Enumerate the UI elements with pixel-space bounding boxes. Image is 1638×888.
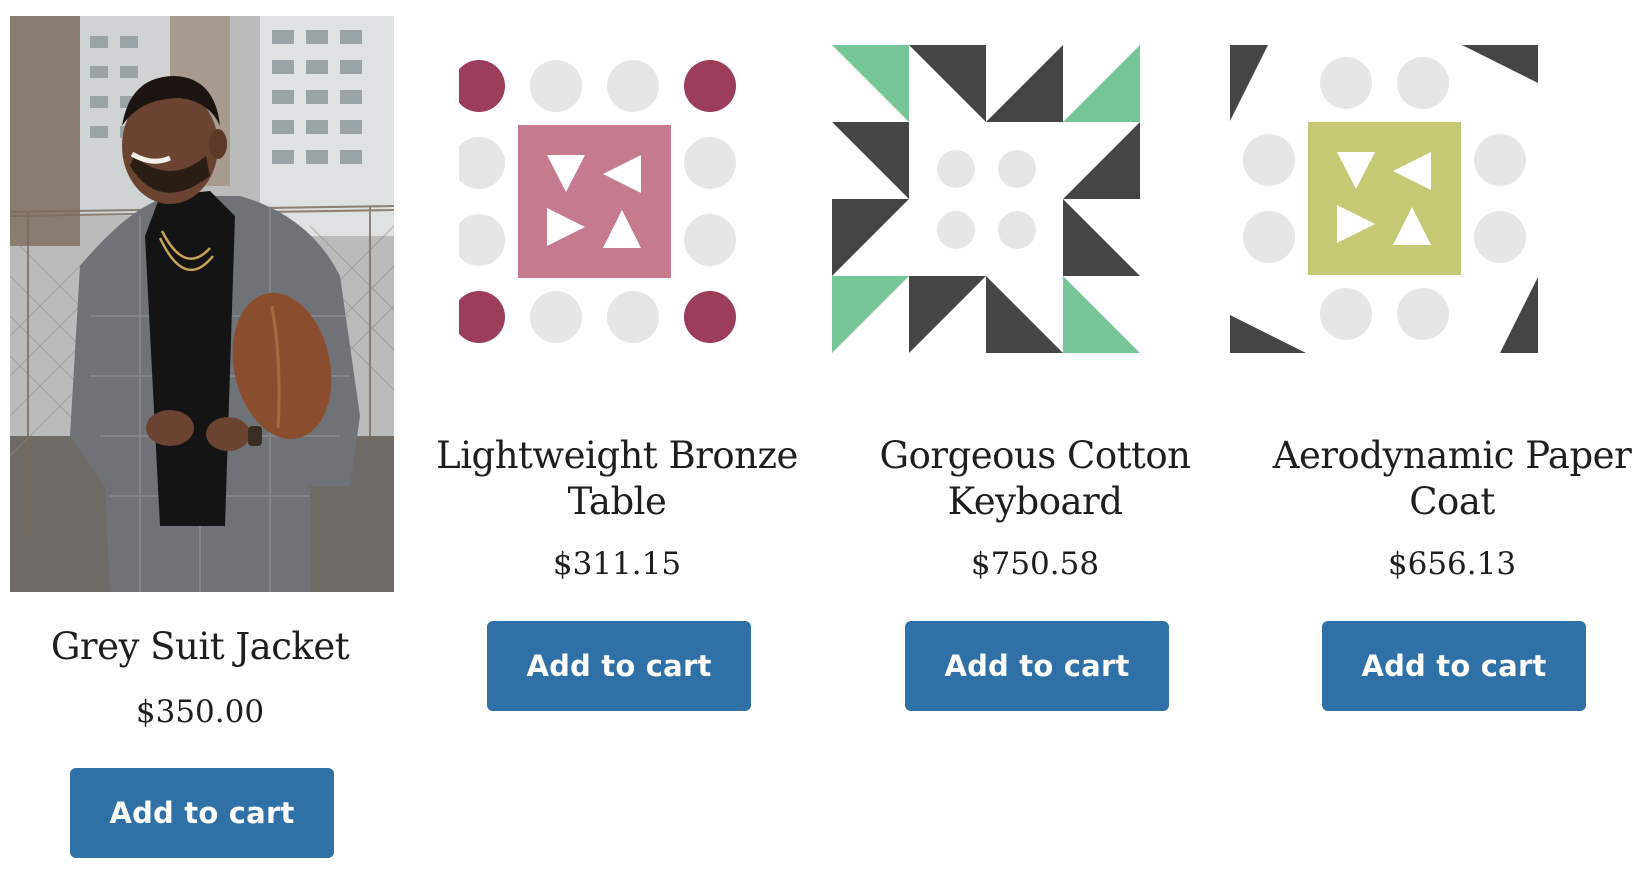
add-to-cart-button[interactable]: Add to cart: [1322, 621, 1586, 711]
product-image-pattern[interactable]: [1230, 45, 1552, 367]
product-image-grey-suit-jacket[interactable]: [10, 16, 394, 592]
product-price: $311.15: [552, 546, 682, 582]
add-to-cart-button[interactable]: Add to cart: [905, 621, 1169, 711]
product-title[interactable]: Lightweight Bronze Table: [427, 433, 807, 525]
product-title[interactable]: Aerodynamic Paper Coat: [1262, 433, 1638, 525]
product-title[interactable]: Grey Suit Jacket: [10, 624, 390, 670]
product-card: Gorgeous Cotton Keyboard $750.58 Add to …: [832, 0, 1225, 888]
product-card: Aerodynamic Paper Coat $656.13 Add to ca…: [1230, 0, 1638, 888]
product-image-pattern[interactable]: [459, 47, 781, 369]
add-to-cart-button[interactable]: Add to cart: [70, 768, 334, 858]
product-card: Lightweight Bronze Table $311.15 Add to …: [427, 0, 807, 888]
product-card: Grey Suit Jacket $350.00 Add to cart: [10, 0, 394, 888]
product-price: $656.13: [1387, 546, 1517, 582]
product-image-pattern[interactable]: [832, 45, 1154, 367]
product-title[interactable]: Gorgeous Cotton Keyboard: [845, 433, 1225, 525]
product-price: $350.00: [135, 694, 265, 730]
product-price: $750.58: [970, 546, 1100, 582]
add-to-cart-button[interactable]: Add to cart: [487, 621, 751, 711]
